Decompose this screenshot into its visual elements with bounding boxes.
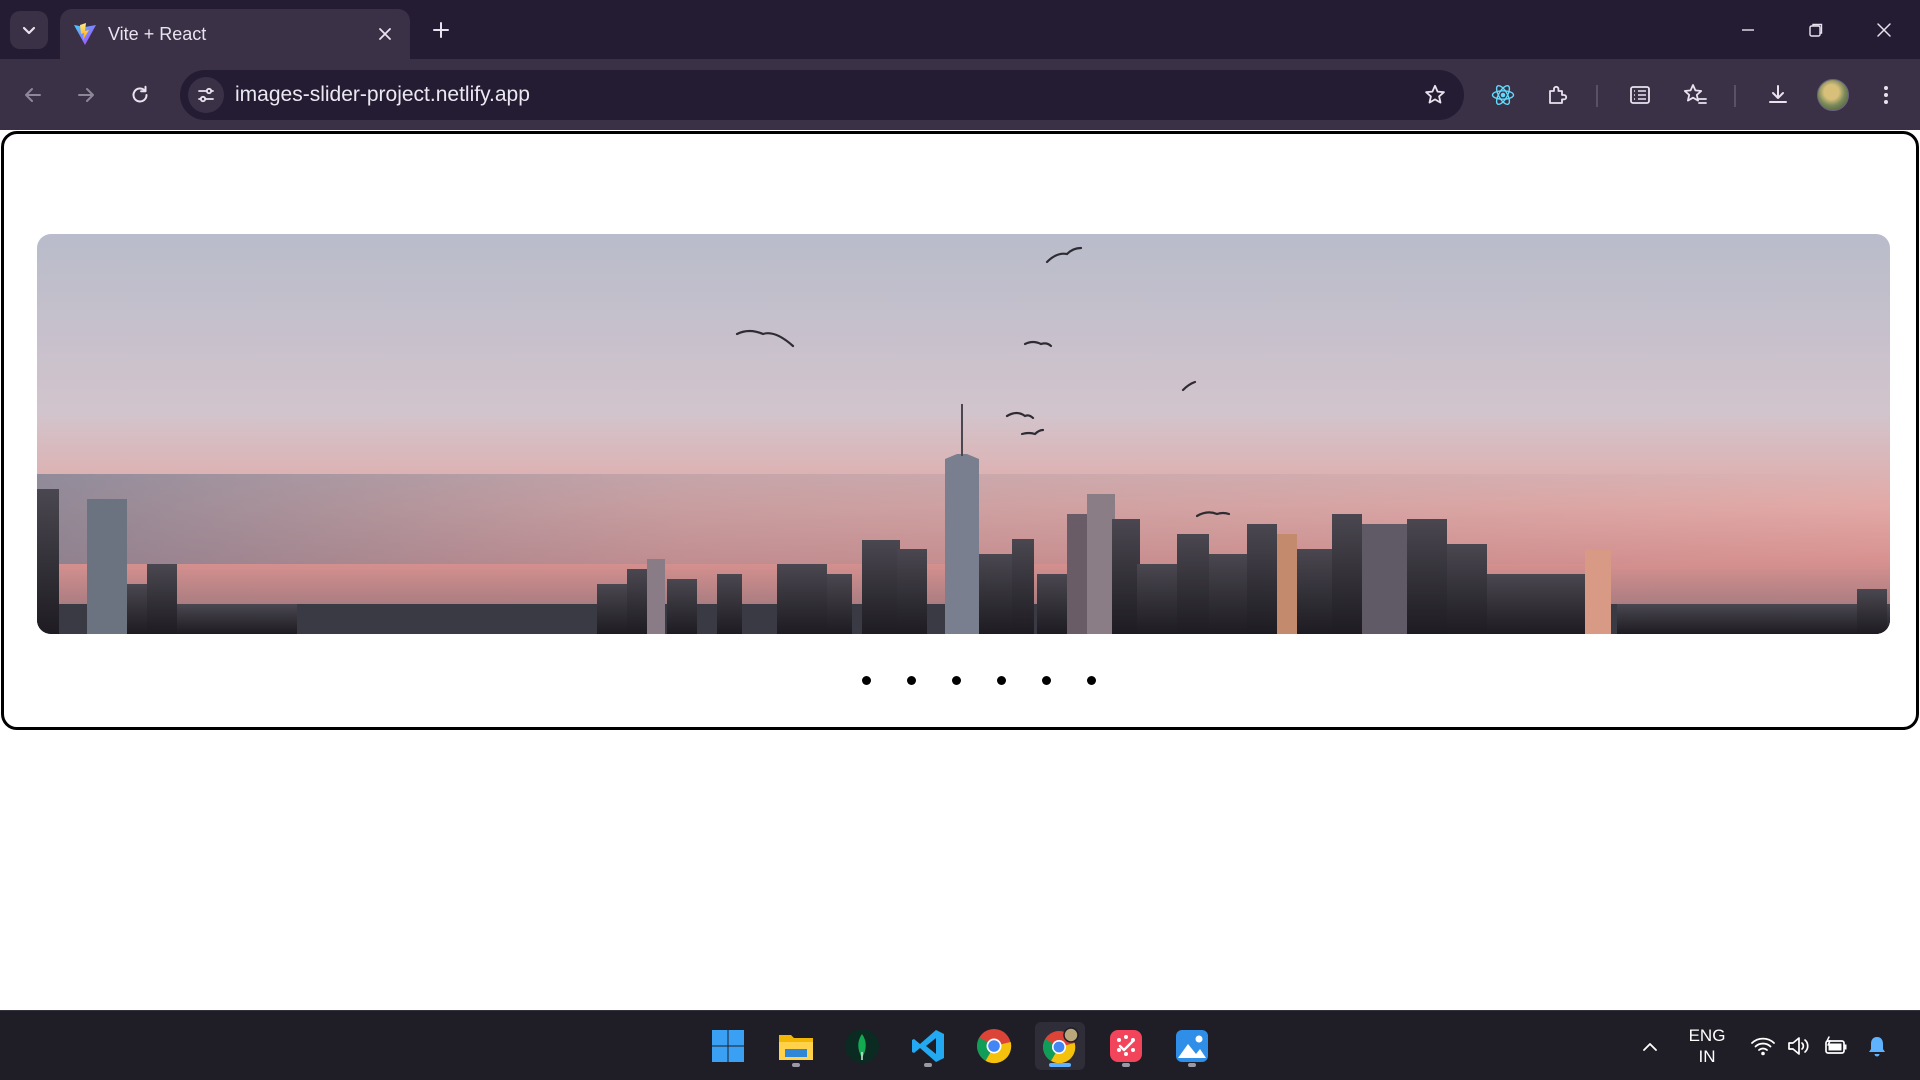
start-button[interactable] <box>703 1022 753 1070</box>
bookmarks-button[interactable] <box>1677 77 1713 113</box>
slide-dot-4[interactable] <box>979 670 1024 690</box>
notifications-button[interactable] <box>1862 1031 1892 1061</box>
downloads-button[interactable] <box>1760 77 1796 113</box>
profile-avatar[interactable] <box>1817 79 1849 111</box>
page-viewport <box>0 130 1920 1010</box>
snipping-app-button[interactable] <box>1101 1022 1151 1070</box>
mongodb-compass-icon <box>845 1029 879 1063</box>
volume-button[interactable] <box>1784 1031 1814 1061</box>
notification-bell-icon <box>1869 1037 1885 1057</box>
vscode-icon <box>912 1030 944 1062</box>
city-skyline-image <box>37 234 1890 634</box>
toolbar-separator <box>1596 85 1598 107</box>
dot-indicator <box>907 675 916 685</box>
bookmark-star-icon <box>1425 84 1445 104</box>
tab-close-button[interactable] <box>372 21 398 47</box>
language-indicator[interactable]: ENG IN <box>1682 1025 1732 1067</box>
slide-dot-2[interactable] <box>889 670 934 690</box>
chevron-down-icon <box>22 26 36 35</box>
snipping-app-icon <box>1110 1030 1142 1062</box>
react-devtools-button[interactable] <box>1485 77 1521 113</box>
chevron-up-icon <box>1643 1043 1657 1051</box>
volume-icon <box>1788 1037 1809 1055</box>
show-hidden-icons-button[interactable] <box>1636 1033 1664 1061</box>
back-arrow-icon <box>25 88 41 102</box>
extensions-puzzle-icon <box>1549 85 1568 104</box>
reading-list-button[interactable] <box>1622 77 1658 113</box>
tab-search-button[interactable] <box>10 11 48 49</box>
photos-app-button[interactable] <box>1167 1022 1217 1070</box>
toolbar-separator <box>1734 85 1736 107</box>
running-indicator <box>1188 1063 1196 1067</box>
slider-dots <box>844 670 1114 690</box>
minimize-icon <box>1742 29 1754 31</box>
slide-dot-3[interactable] <box>934 670 979 690</box>
browser-tab-bar: Vite + React <box>0 0 1920 59</box>
slide-dot-6[interactable] <box>1069 670 1114 690</box>
file-explorer-button[interactable] <box>771 1022 821 1070</box>
site-info-icon <box>198 87 214 103</box>
site-info-button[interactable] <box>188 77 224 113</box>
slide-dot-5[interactable] <box>1024 670 1069 690</box>
browser-tab-active[interactable]: Vite + React <box>60 9 410 59</box>
running-indicator <box>792 1063 800 1067</box>
mongodb-compass-button[interactable] <box>837 1022 887 1070</box>
forward-arrow-icon <box>78 88 94 102</box>
react-devtools-icon <box>1491 84 1515 106</box>
reload-button[interactable] <box>121 76 159 114</box>
battery-button[interactable] <box>1820 1031 1850 1061</box>
close-window-button[interactable] <box>1856 8 1912 52</box>
plus-icon <box>433 22 449 38</box>
close-icon <box>379 28 391 40</box>
chrome-profile-icon <box>1043 1027 1079 1064</box>
reload-icon <box>132 85 148 103</box>
reading-list-icon <box>1630 86 1650 104</box>
file-explorer-icon <box>779 1035 813 1060</box>
wifi-icon <box>1751 1037 1775 1056</box>
bookmarks-star-icon <box>1683 84 1707 104</box>
new-tab-button[interactable] <box>424 13 458 47</box>
back-button[interactable] <box>14 76 52 114</box>
url-text[interactable]: images-slider-project.netlify.app <box>235 82 530 108</box>
photos-app-icon <box>1176 1030 1208 1062</box>
extensions-button[interactable] <box>1540 77 1576 113</box>
chrome-profile-button[interactable] <box>1035 1022 1085 1070</box>
battery-icon <box>1825 1036 1847 1054</box>
region-code: IN <box>1698 1047 1716 1066</box>
tab-title: Vite + React <box>108 24 207 44</box>
dot-indicator <box>1087 675 1096 685</box>
running-indicator <box>1049 1063 1071 1067</box>
dot-indicator <box>862 675 871 685</box>
slider-image <box>37 234 1890 634</box>
address-bar[interactable]: images-slider-project.netlify.app <box>180 70 1464 120</box>
restore-icon <box>1809 23 1823 37</box>
dot-indicator <box>1042 675 1051 685</box>
download-icon <box>1769 85 1787 103</box>
browser-toolbar: images-slider-project.netlify.app <box>0 59 1920 130</box>
close-icon <box>1877 23 1891 37</box>
running-indicator <box>924 1063 932 1067</box>
minimize-button[interactable] <box>1720 8 1776 52</box>
wifi-button[interactable] <box>1748 1031 1778 1061</box>
slider-container <box>1 131 1919 730</box>
windows-start-icon <box>712 1030 744 1062</box>
slide-dot-1[interactable] <box>844 670 889 690</box>
forward-button[interactable] <box>67 76 105 114</box>
more-menu-button[interactable] <box>1868 77 1904 113</box>
language-code: ENG <box>1688 1026 1726 1045</box>
vite-logo-icon <box>74 23 96 45</box>
restore-button[interactable] <box>1788 8 1844 52</box>
chrome-icon <box>977 1029 1012 1064</box>
more-menu-icon <box>1884 86 1888 104</box>
dot-indicator <box>997 675 1006 685</box>
chrome-button[interactable] <box>969 1022 1019 1070</box>
windows-taskbar: ENG IN <box>0 1010 1920 1080</box>
bookmark-button[interactable] <box>1420 80 1450 110</box>
vscode-button[interactable] <box>903 1022 953 1070</box>
running-indicator <box>1122 1063 1130 1067</box>
dot-indicator <box>952 675 961 685</box>
